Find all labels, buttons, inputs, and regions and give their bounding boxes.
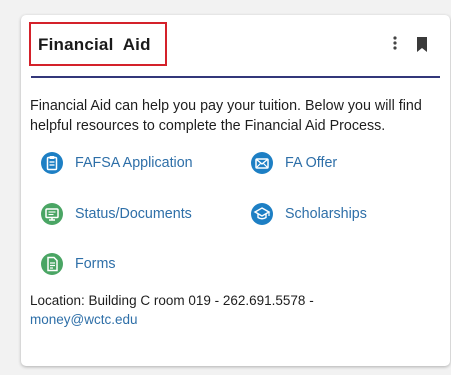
financial-aid-card: Financial Aid Financial Aid can help you…: [21, 15, 450, 366]
link-label: FA Offer: [285, 155, 338, 171]
link-forms[interactable]: Forms: [41, 253, 116, 275]
link-fafsa-application[interactable]: FAFSA Application: [41, 152, 193, 174]
card-header: Financial Aid: [21, 15, 450, 77]
location-text: Location: Building C room 019 - 262.691.…: [30, 293, 314, 308]
header-divider: [31, 76, 440, 78]
location-info: Location: Building C room 019 - 262.691.…: [30, 291, 440, 329]
link-label: FAFSA Application: [75, 155, 193, 171]
bookmark-icon[interactable]: [416, 37, 428, 52]
link-label: Status/Documents: [75, 206, 192, 222]
link-label: Forms: [75, 256, 116, 272]
link-fa-offer[interactable]: FA Offer: [251, 152, 337, 174]
envelope-icon: [251, 152, 273, 174]
form-document-icon: [41, 253, 63, 275]
link-scholarships[interactable]: Scholarships: [251, 203, 367, 225]
clipboard-icon: [41, 152, 63, 174]
email-link[interactable]: money@wctc.edu: [30, 312, 138, 327]
link-label: Scholarships: [285, 206, 367, 222]
kebab-menu-icon[interactable]: [389, 35, 401, 51]
graduation-cap-icon: [251, 203, 273, 225]
card-title: Financial Aid: [38, 35, 151, 54]
card-description: Financial Aid can help you pay your tuit…: [30, 98, 422, 134]
link-status-documents[interactable]: Status/Documents: [41, 203, 192, 225]
monitor-icon: [41, 203, 63, 225]
